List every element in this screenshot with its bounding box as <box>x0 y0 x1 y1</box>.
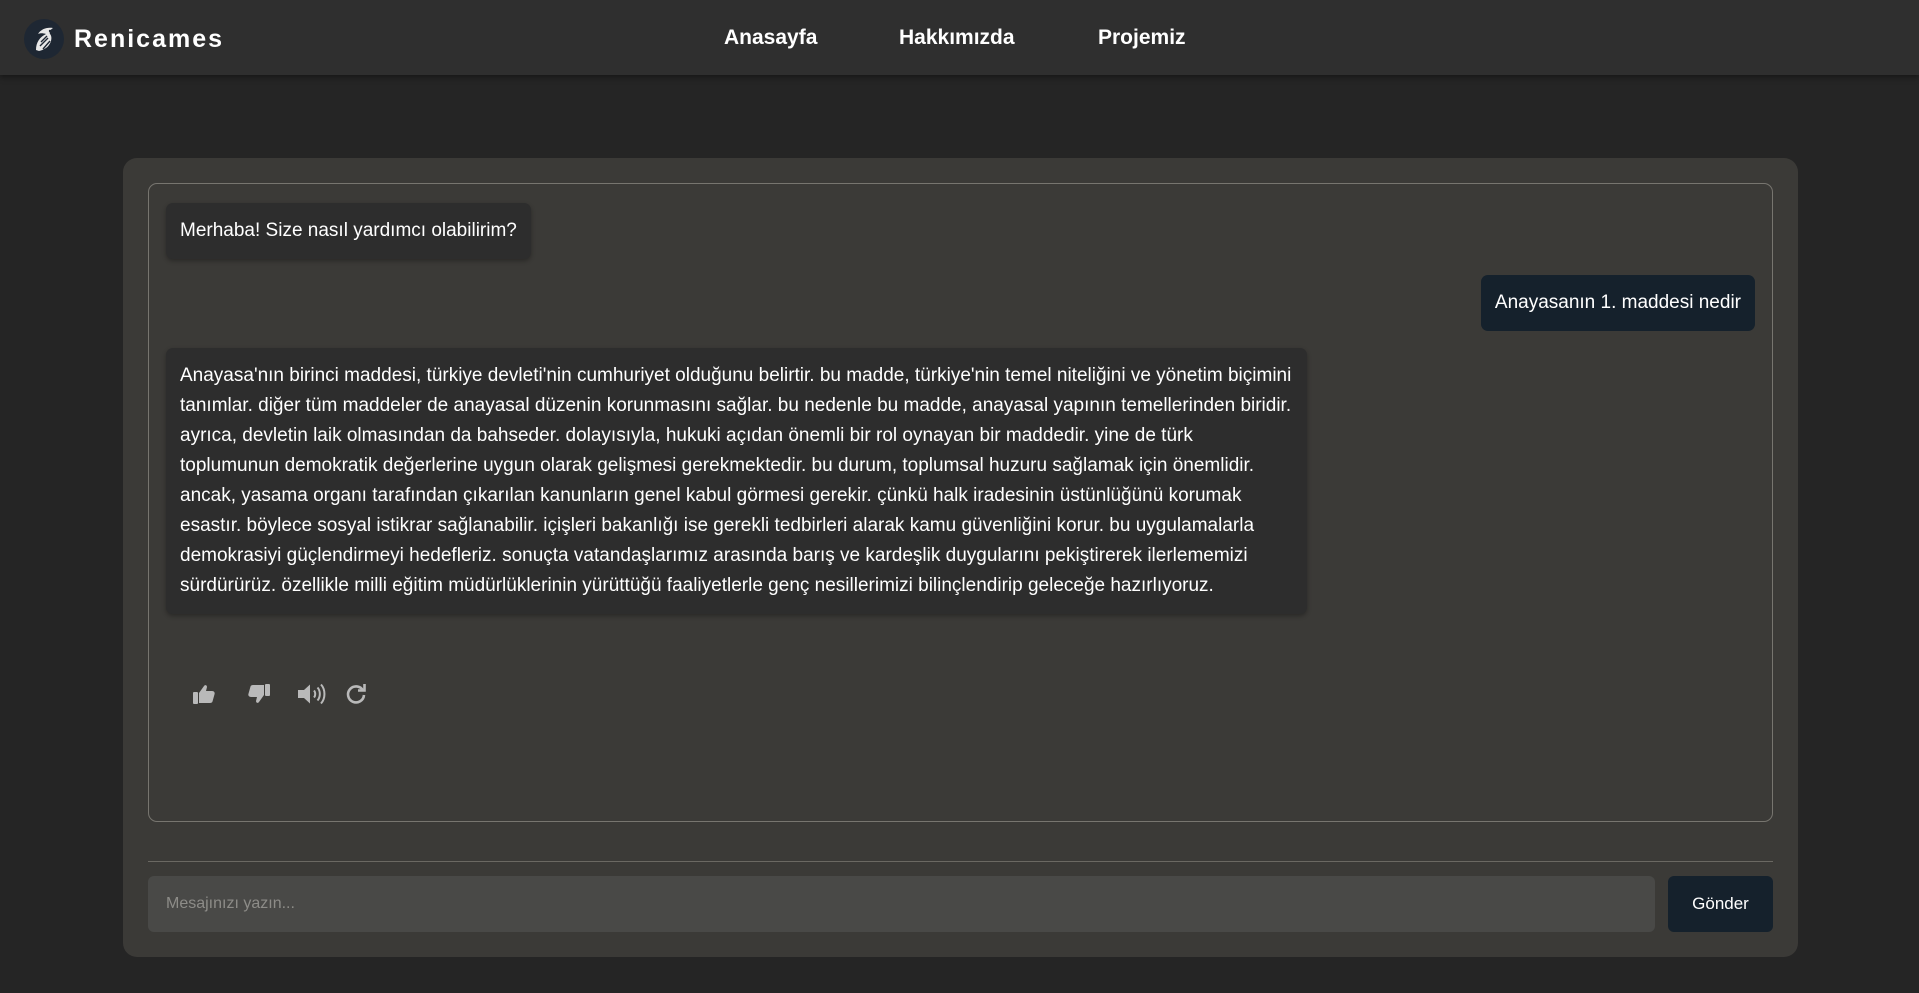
chat-card: Merhaba! Size nasıl yardımcı olabilirim?… <box>123 158 1798 957</box>
thumbs-down-icon[interactable] <box>244 679 274 709</box>
send-button[interactable]: Gönder <box>1668 876 1773 932</box>
speaker-icon[interactable] <box>297 679 327 709</box>
nav-link-hakkimizda[interactable]: Hakkımızda <box>899 23 1015 53</box>
main-nav: Anasayfa Hakkımızda Projemiz <box>0 23 1919 53</box>
nav-link-projemiz[interactable]: Projemiz <box>1098 23 1186 53</box>
chat-messages[interactable]: Merhaba! Size nasıl yardımcı olabilirim?… <box>148 183 1773 822</box>
message-input[interactable] <box>148 876 1655 932</box>
composer-divider <box>148 861 1773 862</box>
thumbs-up-icon[interactable] <box>189 679 219 709</box>
regenerate-icon[interactable] <box>341 679 371 709</box>
user-message: Anayasanın 1. maddesi nedir <box>1480 275 1755 331</box>
nav-link-anasayfa[interactable]: Anasayfa <box>724 23 817 53</box>
bot-message: Anayasa'nın birinci maddesi, türkiye dev… <box>166 348 1307 614</box>
navbar: Renicames Anasayfa Hakkımızda Projemiz <box>0 0 1919 75</box>
bot-message: Merhaba! Size nasıl yardımcı olabilirim? <box>166 203 531 259</box>
